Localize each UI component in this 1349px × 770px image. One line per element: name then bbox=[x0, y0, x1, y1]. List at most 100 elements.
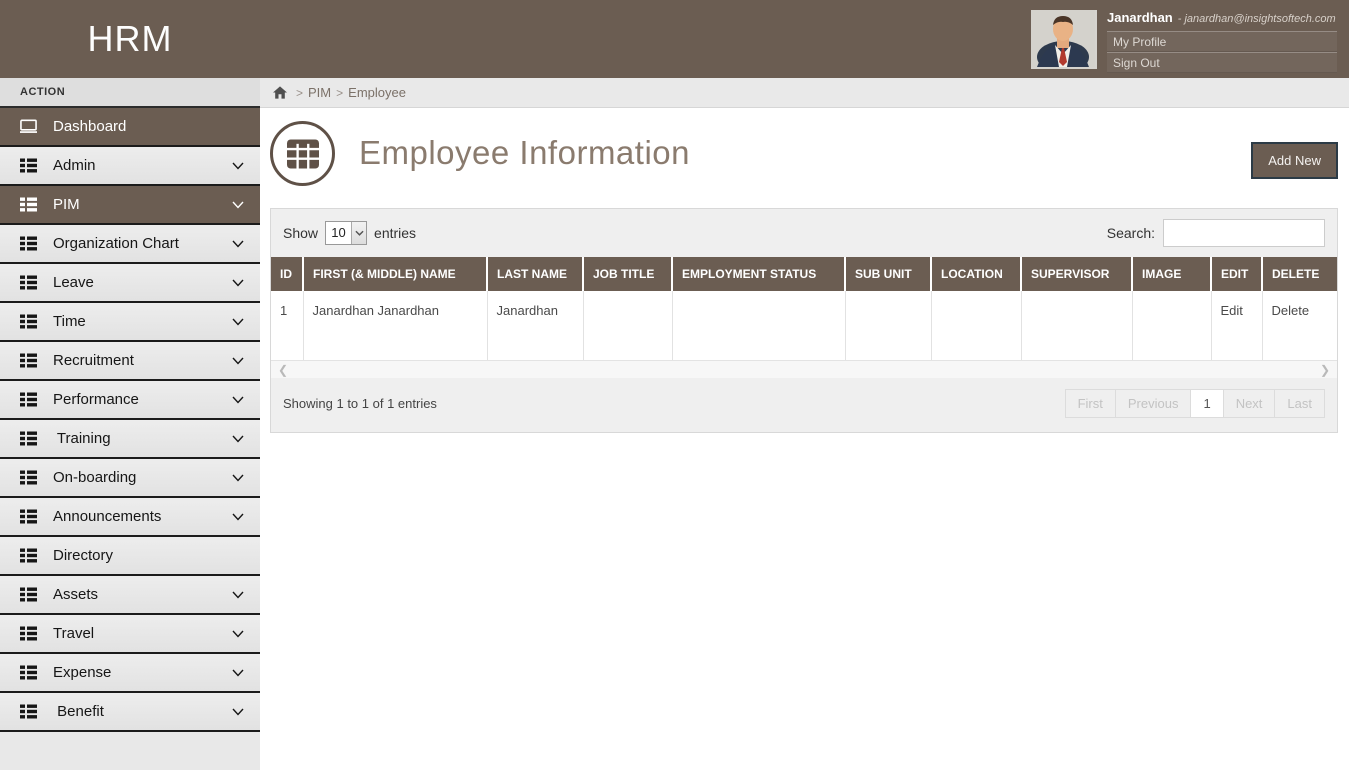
scroll-right-icon[interactable]: ❯ bbox=[1320, 364, 1330, 376]
cell-delete[interactable]: Delete bbox=[1262, 291, 1337, 360]
sidebar-item-admin[interactable]: Admin bbox=[0, 147, 260, 186]
user-name: Janardhan bbox=[1107, 10, 1173, 25]
sidebar-item-performance[interactable]: Performance bbox=[0, 381, 260, 420]
chevron-down-icon bbox=[351, 222, 366, 244]
column-header-sub-unit[interactable]: SUB UNIT bbox=[845, 257, 931, 291]
list-icon bbox=[20, 665, 38, 681]
breadcrumb-items: >PIM>Employee bbox=[291, 85, 406, 100]
sidebar-item-label: Recruitment bbox=[53, 352, 134, 369]
table-header-row: IDFIRST (& MIDDLE) NAMELAST NAMEJOB TITL… bbox=[271, 257, 1337, 291]
sidebar-item-directory[interactable]: Directory bbox=[0, 537, 260, 576]
column-header-image[interactable]: IMAGE bbox=[1132, 257, 1211, 291]
sidebar-item-announcements[interactable]: Announcements bbox=[0, 498, 260, 537]
page-button-next: Next bbox=[1223, 389, 1276, 418]
list-icon bbox=[20, 704, 38, 720]
table-row: 1Janardhan JanardhanJanardhanEditDelete bbox=[271, 291, 1337, 360]
cell-job-title bbox=[583, 291, 672, 360]
column-header-location[interactable]: LOCATION bbox=[931, 257, 1021, 291]
sidebar-item-label: Admin bbox=[53, 157, 96, 174]
sidebar-item-dashboard[interactable]: Dashboard bbox=[0, 108, 260, 147]
list-icon bbox=[20, 275, 38, 291]
sidebar: ACTION DashboardAdminPIMOrganization Cha… bbox=[0, 78, 260, 770]
column-header-first-middle-name[interactable]: FIRST (& MIDDLE) NAME bbox=[303, 257, 487, 291]
cell-sub-unit bbox=[845, 291, 931, 360]
scroll-left-icon[interactable]: ❮ bbox=[278, 364, 288, 376]
list-icon bbox=[20, 587, 38, 603]
sidebar-item-label: PIM bbox=[53, 196, 80, 213]
breadcrumb-item-pim[interactable]: PIM bbox=[308, 85, 331, 100]
chevron-down-icon bbox=[232, 435, 244, 443]
sidebar-item-training[interactable]: Training bbox=[0, 420, 260, 459]
chevron-down-icon bbox=[232, 669, 244, 677]
sidebar-item-organization-chart[interactable]: Organization Chart bbox=[0, 225, 260, 264]
sidebar-item-leave[interactable]: Leave bbox=[0, 264, 260, 303]
table-body: 1Janardhan JanardhanJanardhanEditDelete bbox=[271, 291, 1337, 360]
horizontal-scrollbar[interactable]: ❮ ❯ bbox=[271, 360, 1337, 378]
sidebar-item-time[interactable]: Time bbox=[0, 303, 260, 342]
chevron-down-icon bbox=[232, 513, 244, 521]
sidebar-item-assets[interactable]: Assets bbox=[0, 576, 260, 615]
sidebar-item-label: Travel bbox=[53, 625, 94, 642]
chevron-down-icon bbox=[232, 708, 244, 716]
main-area: >PIM>Employee Employee Information bbox=[260, 78, 1349, 770]
cell-image bbox=[1132, 291, 1211, 360]
sidebar-item-travel[interactable]: Travel bbox=[0, 615, 260, 654]
page-button-1[interactable]: 1 bbox=[1190, 389, 1223, 418]
chevron-down-icon bbox=[232, 162, 244, 170]
sidebar-item-expense[interactable]: Expense bbox=[0, 654, 260, 693]
entries-label: entries bbox=[374, 225, 416, 241]
user-menu-item-my-profile[interactable]: My Profile bbox=[1107, 31, 1337, 52]
sidebar-item-label: Time bbox=[53, 313, 86, 330]
column-header-last-name[interactable]: LAST NAME bbox=[487, 257, 583, 291]
list-icon bbox=[20, 431, 38, 447]
sidebar-item-label: Dashboard bbox=[53, 118, 126, 135]
column-header-edit[interactable]: EDIT bbox=[1211, 257, 1262, 291]
page-content: Employee Information Add New Show 10 ent… bbox=[260, 108, 1349, 433]
logo-area: HRM bbox=[0, 0, 260, 78]
chevron-down-icon bbox=[232, 474, 244, 482]
chevron-down-icon bbox=[232, 630, 244, 638]
page-button-last: Last bbox=[1274, 389, 1325, 418]
sidebar-item-recruitment[interactable]: Recruitment bbox=[0, 342, 260, 381]
column-header-id[interactable]: ID bbox=[271, 257, 303, 291]
search-input[interactable] bbox=[1163, 219, 1325, 247]
user-menu-item-sign-out[interactable]: Sign Out bbox=[1107, 52, 1337, 73]
breadcrumb-separator: > bbox=[296, 86, 303, 100]
cell-first-middle-name[interactable]: Janardhan Janardhan bbox=[303, 291, 487, 360]
sidebar-item-label: Training bbox=[53, 430, 111, 447]
sidebar-item-benefit[interactable]: Benefit bbox=[0, 693, 260, 732]
sidebar-item-pim[interactable]: PIM bbox=[0, 186, 260, 225]
list-icon bbox=[20, 392, 38, 408]
chevron-down-icon bbox=[232, 318, 244, 326]
app-header: HRM Janardhan - janardhan@insightsoftech… bbox=[0, 0, 1349, 78]
page-button-previous: Previous bbox=[1115, 389, 1192, 418]
list-icon bbox=[20, 236, 38, 252]
page-length-select[interactable]: 10 bbox=[325, 221, 367, 245]
cell-edit[interactable]: Edit bbox=[1211, 291, 1262, 360]
table-grid-icon bbox=[270, 121, 335, 186]
sidebar-item-label: Organization Chart bbox=[53, 235, 179, 252]
page-title: Employee Information bbox=[359, 134, 690, 172]
sidebar-item-on-boarding[interactable]: On-boarding bbox=[0, 459, 260, 498]
list-icon bbox=[20, 470, 38, 486]
column-header-job-title[interactable]: JOB TITLE bbox=[583, 257, 672, 291]
home-icon[interactable] bbox=[273, 86, 287, 99]
sidebar-item-label: Expense bbox=[53, 664, 111, 681]
column-header-delete[interactable]: DELETE bbox=[1262, 257, 1337, 291]
employee-table: IDFIRST (& MIDDLE) NAMELAST NAMEJOB TITL… bbox=[271, 257, 1337, 360]
search-area: Search: bbox=[1107, 219, 1325, 247]
list-icon bbox=[20, 548, 38, 564]
column-header-supervisor[interactable]: SUPERVISOR bbox=[1021, 257, 1132, 291]
chevron-down-icon bbox=[232, 240, 244, 248]
cell-location bbox=[931, 291, 1021, 360]
cell-id: 1 bbox=[271, 291, 303, 360]
breadcrumb: >PIM>Employee bbox=[260, 78, 1349, 108]
sidebar-item-label: On-boarding bbox=[53, 469, 136, 486]
list-icon bbox=[20, 197, 38, 213]
add-new-button[interactable]: Add New bbox=[1251, 142, 1338, 179]
column-header-employment-status[interactable]: EMPLOYMENT STATUS bbox=[672, 257, 845, 291]
sidebar-item-label: Assets bbox=[53, 586, 98, 603]
breadcrumb-item-employee[interactable]: Employee bbox=[348, 85, 406, 100]
search-label: Search: bbox=[1107, 225, 1155, 241]
chevron-down-icon bbox=[232, 279, 244, 287]
